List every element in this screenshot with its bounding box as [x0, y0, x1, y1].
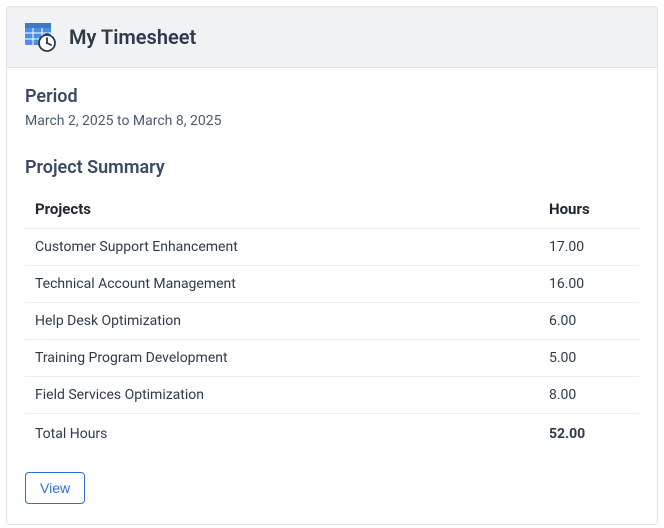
table-row: Customer Support Enhancement 17.00 — [25, 229, 639, 266]
project-hours: 8.00 — [539, 377, 639, 414]
summary-heading: Project Summary — [25, 157, 639, 178]
total-row: Total Hours 52.00 — [25, 414, 639, 455]
column-projects: Projects — [25, 190, 539, 229]
timesheet-icon — [25, 21, 57, 53]
project-name: Customer Support Enhancement — [25, 229, 539, 266]
card-header: My Timesheet — [7, 7, 657, 68]
table-row: Training Program Development 5.00 — [25, 340, 639, 377]
project-hours: 17.00 — [539, 229, 639, 266]
total-value: 52.00 — [539, 414, 639, 455]
period-heading: Period — [25, 86, 639, 107]
project-name: Field Services Optimization — [25, 377, 539, 414]
project-name: Technical Account Management — [25, 266, 539, 303]
project-hours: 16.00 — [539, 266, 639, 303]
page-title: My Timesheet — [69, 25, 196, 49]
table-row: Field Services Optimization 8.00 — [25, 377, 639, 414]
project-name: Help Desk Optimization — [25, 303, 539, 340]
project-hours: 6.00 — [539, 303, 639, 340]
table-row: Help Desk Optimization 6.00 — [25, 303, 639, 340]
total-label: Total Hours — [25, 414, 539, 455]
project-summary-table: Projects Hours Customer Support Enhancem… — [25, 190, 639, 454]
project-name: Training Program Development — [25, 340, 539, 377]
project-hours: 5.00 — [539, 340, 639, 377]
timesheet-card: My Timesheet Period March 2, 2025 to Mar… — [6, 6, 658, 525]
view-button[interactable]: View — [25, 472, 85, 504]
card-body: Period March 2, 2025 to March 8, 2025 Pr… — [7, 68, 657, 524]
period-range: March 2, 2025 to March 8, 2025 — [25, 113, 639, 129]
column-hours: Hours — [539, 190, 639, 229]
table-row: Technical Account Management 16.00 — [25, 266, 639, 303]
